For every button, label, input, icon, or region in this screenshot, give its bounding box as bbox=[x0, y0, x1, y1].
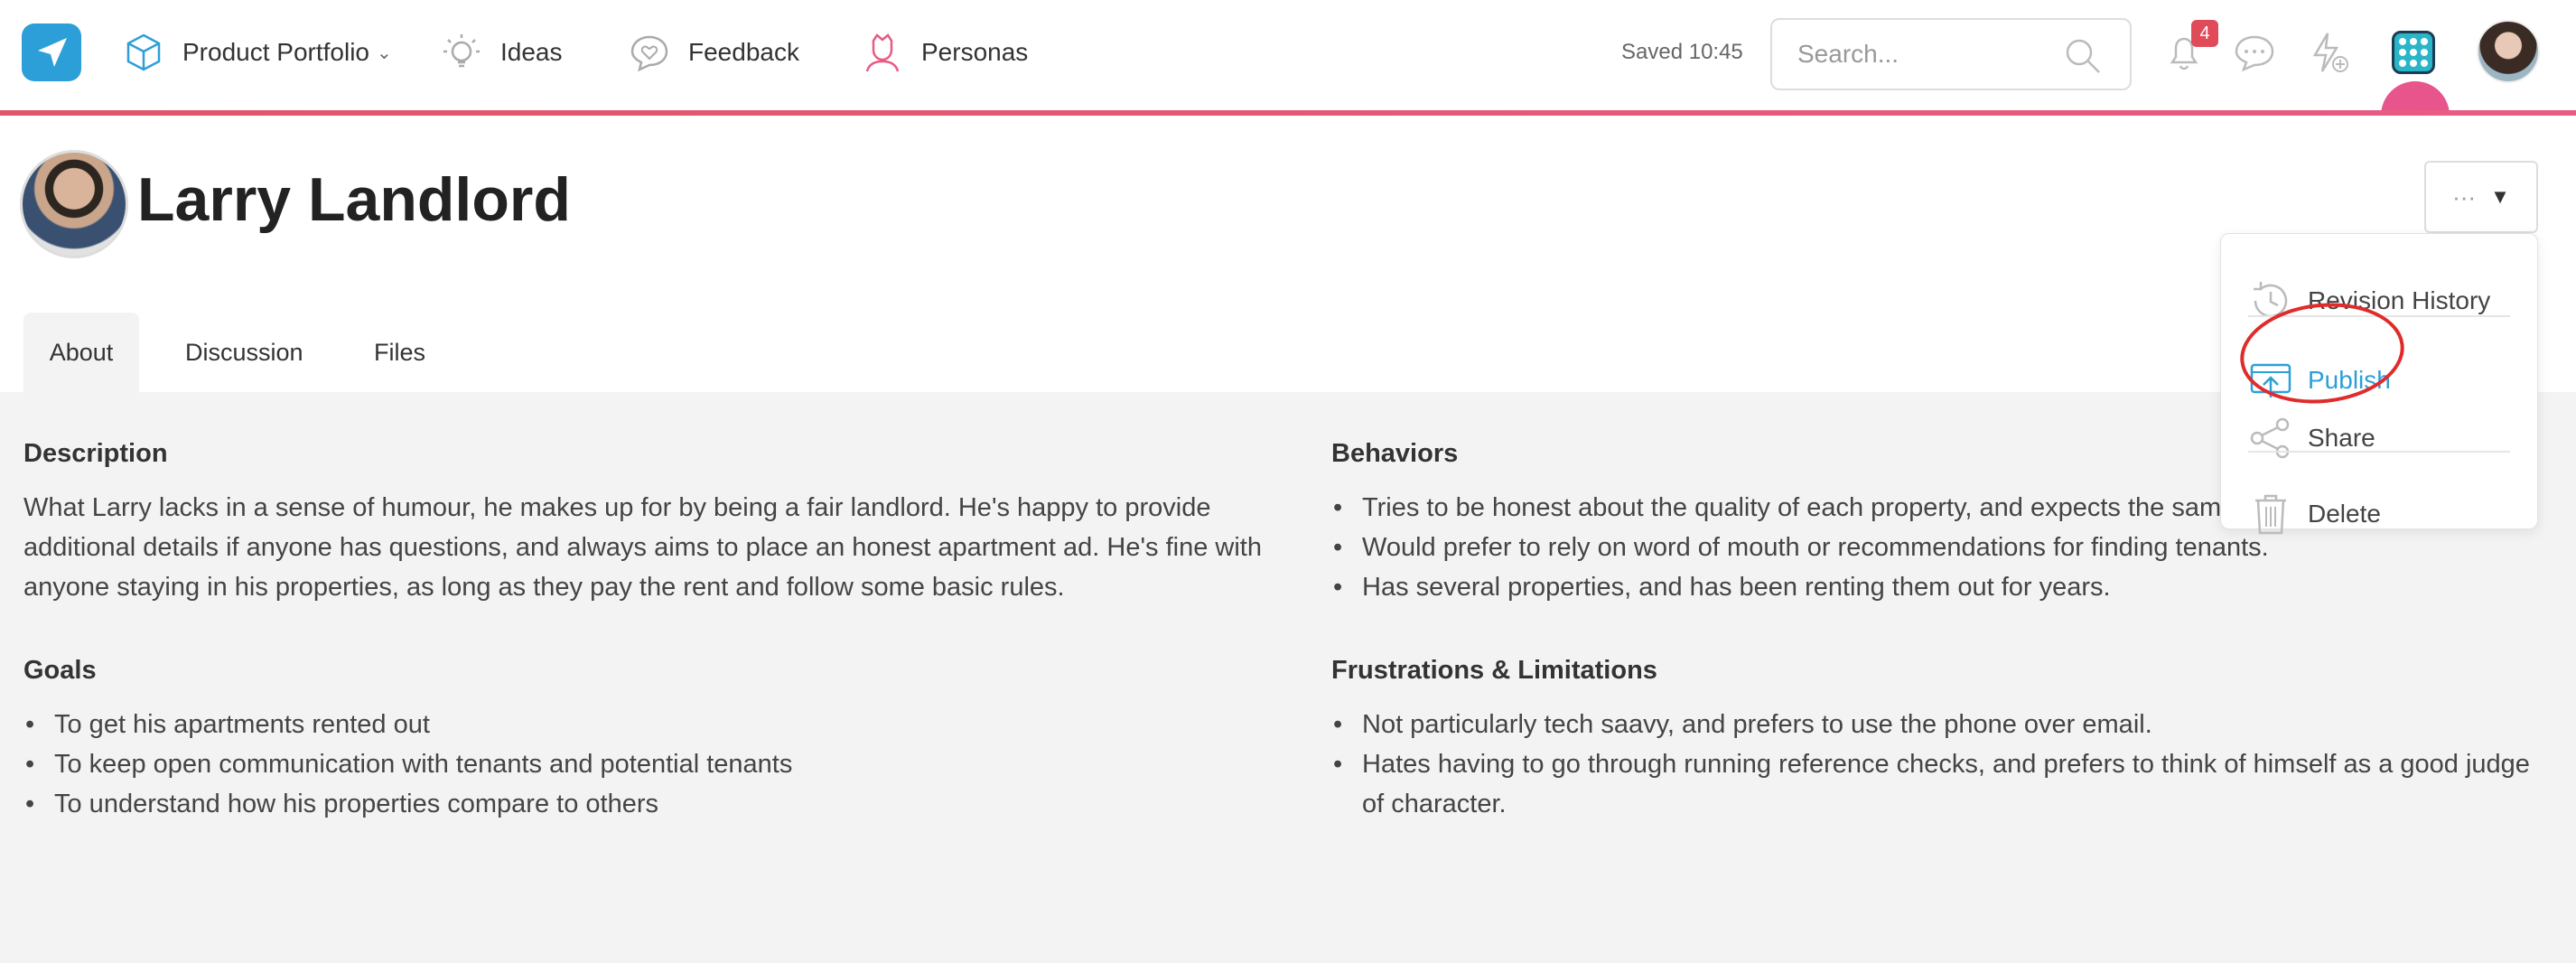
ellipsis-icon: ··· bbox=[2452, 182, 2477, 210]
cube-icon bbox=[121, 30, 166, 75]
nav-label: Personas bbox=[921, 38, 1029, 66]
persona-icon bbox=[860, 30, 905, 75]
nav-product-portfolio[interactable]: Product Portfolio ⌄ bbox=[121, 27, 392, 78]
description-heading: Description bbox=[23, 439, 168, 468]
list-item: Hates having to go through running refer… bbox=[1333, 744, 2543, 824]
tab-files[interactable]: Files bbox=[374, 313, 425, 392]
heart-chat-icon bbox=[627, 30, 672, 75]
tab-discussion[interactable]: Discussion bbox=[185, 313, 303, 392]
list-item: To keep open communication with tenants … bbox=[25, 744, 1272, 784]
top-navigation-bar: Product Portfolio ⌄ Ideas Feedback Perso… bbox=[0, 0, 2576, 116]
search-icon[interactable] bbox=[2063, 36, 2103, 80]
search-box bbox=[1770, 18, 2132, 90]
nav-personas[interactable]: Personas bbox=[860, 27, 1028, 78]
menu-item-label: Delete bbox=[2308, 500, 2381, 528]
goals-heading: Goals bbox=[23, 656, 97, 685]
menu-item-share[interactable]: Share bbox=[2221, 411, 2539, 465]
tab-about[interactable]: About bbox=[23, 313, 139, 392]
menu-divider bbox=[2248, 451, 2510, 453]
notification-badge: 4 bbox=[2191, 20, 2218, 47]
goals-list: To get his apartments rented out To keep… bbox=[25, 705, 1272, 824]
chat-icon[interactable] bbox=[2229, 27, 2280, 78]
chevron-down-icon: ⌄ bbox=[377, 42, 392, 63]
trash-icon bbox=[2248, 491, 2293, 537]
list-item: Has several properties, and has been ren… bbox=[1333, 567, 2543, 607]
lightning-plus-icon[interactable] bbox=[2303, 27, 2354, 78]
menu-item-label: Share bbox=[2308, 424, 2375, 452]
behaviors-heading: Behaviors bbox=[1331, 439, 1459, 468]
nav-label: Feedback bbox=[688, 38, 799, 66]
menu-item-delete[interactable]: Delete bbox=[2221, 487, 2539, 541]
description-text: What Larry lacks in a sense of humour, h… bbox=[23, 493, 1262, 602]
persona-avatar bbox=[20, 150, 128, 258]
share-icon bbox=[2248, 416, 2293, 461]
nav-ideas[interactable]: Ideas bbox=[439, 27, 563, 78]
nav-feedback[interactable]: Feedback bbox=[627, 27, 799, 78]
caret-down-icon: ▼ bbox=[2490, 185, 2510, 208]
list-item: To understand how his properties compare… bbox=[25, 784, 1272, 824]
more-actions-button[interactable]: ··· ▼ bbox=[2424, 161, 2538, 233]
nav-label: Ideas bbox=[500, 38, 563, 66]
app-logo[interactable] bbox=[22, 23, 81, 81]
frustrations-heading: Frustrations & Limitations bbox=[1331, 656, 1657, 685]
page-title: Larry Landlord bbox=[137, 165, 571, 234]
user-avatar[interactable] bbox=[2477, 20, 2540, 83]
saved-status: Saved 10:45 bbox=[1621, 40, 1743, 64]
frustrations-list: Not particularly tech saavy, and prefers… bbox=[1333, 705, 2543, 824]
apps-grid-icon[interactable] bbox=[2392, 31, 2435, 74]
logo-arrow-icon bbox=[38, 38, 67, 67]
nav-label: Product Portfolio bbox=[182, 38, 369, 66]
list-item: Not particularly tech saavy, and prefers… bbox=[1333, 705, 2543, 744]
list-item: To get his apartments rented out bbox=[25, 705, 1272, 744]
lightbulb-icon bbox=[439, 30, 484, 75]
search-input[interactable] bbox=[1797, 36, 2068, 72]
